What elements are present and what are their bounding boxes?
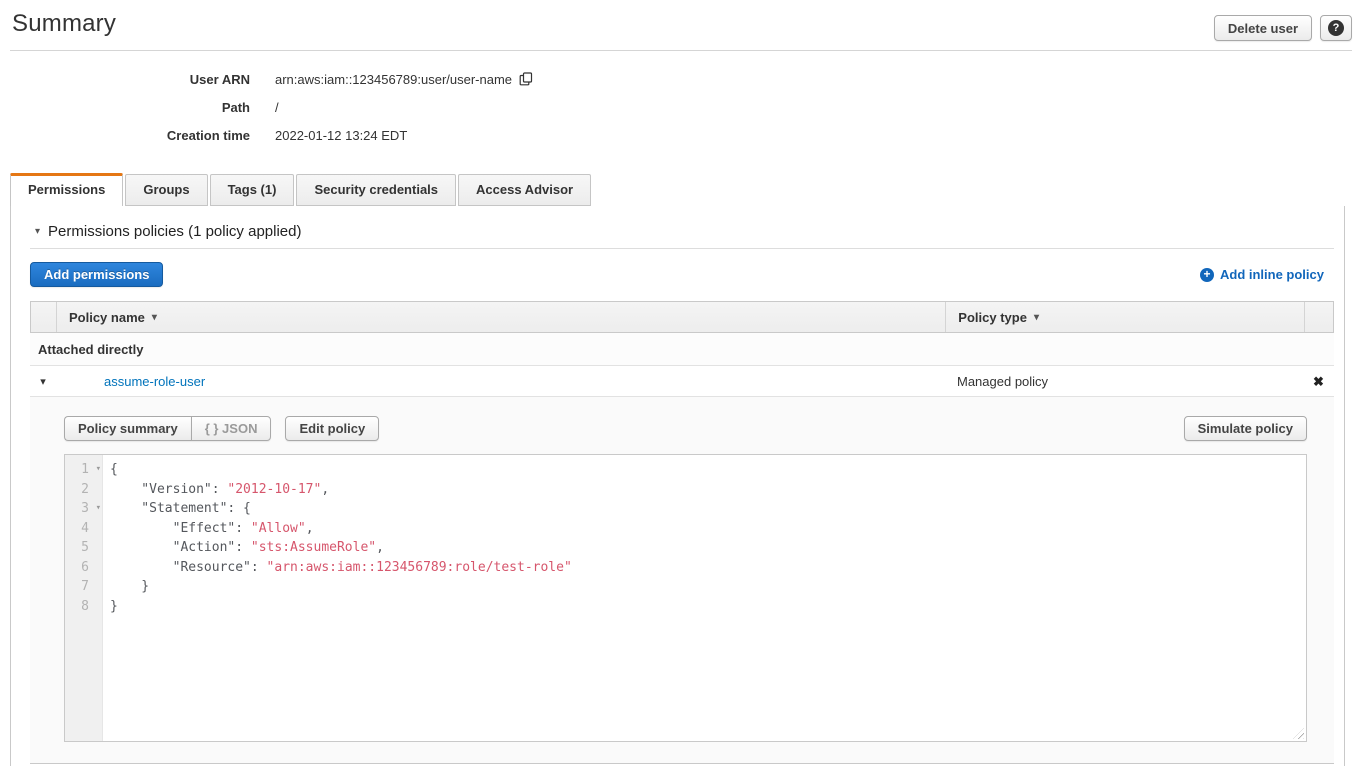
path-value: / <box>275 100 279 115</box>
tab-bar: Permissions Groups Tags (1) Security cre… <box>10 173 1362 206</box>
plus-circle-icon: + <box>1200 268 1214 282</box>
user-info: User ARN arn:aws:iam::123456789:user/use… <box>0 65 1362 149</box>
info-row-path: Path / <box>0 93 1362 121</box>
tab-access-advisor[interactable]: Access Advisor <box>458 174 591 206</box>
policy-name-link[interactable]: assume-role-user <box>104 374 205 389</box>
path-label: Path <box>0 100 250 115</box>
header-actions: Delete user ? <box>1214 10 1352 41</box>
copy-icon[interactable] <box>519 72 533 86</box>
policy-actions-row: Add permissions + Add inline policy <box>30 262 1324 287</box>
json-view-button[interactable]: { } JSON <box>191 416 272 441</box>
row-expand-caret[interactable]: ▾ <box>30 375 56 388</box>
add-inline-policy-link[interactable]: + Add inline policy <box>1200 267 1324 282</box>
info-row-creation-time: Creation time 2022-01-12 13:24 EDT <box>0 121 1362 149</box>
delete-user-button[interactable]: Delete user <box>1214 15 1312 41</box>
attached-directly-group-row: Attached directly <box>30 333 1334 366</box>
page-header: Summary Delete user ? <box>0 0 1362 41</box>
tab-permissions[interactable]: Permissions <box>10 173 123 206</box>
policy-name-header-label: Policy name <box>69 310 145 325</box>
code-line: } <box>110 577 1306 597</box>
code-line: { <box>110 460 1306 480</box>
edit-policy-button[interactable]: Edit policy <box>285 416 379 441</box>
code-line: "Effect": "Allow", <box>110 519 1306 539</box>
policy-table-header: Policy name ▾ Policy type ▾ <box>30 301 1334 333</box>
fold-caret-icon[interactable]: ▾ <box>96 499 101 519</box>
actions-column-header <box>1304 302 1333 332</box>
tab-groups[interactable]: Groups <box>125 174 207 206</box>
policy-detail-toolbar: Policy summary { } JSON Edit policy Simu… <box>64 416 1307 441</box>
collapse-caret-icon: ▾ <box>35 227 40 237</box>
permissions-tab-panel: ▾ Permissions policies (1 policy applied… <box>10 206 1345 766</box>
policy-detail-panel: Policy summary { } JSON Edit policy Simu… <box>30 397 1334 764</box>
permissions-policies-heading[interactable]: ▾ Permissions policies (1 policy applied… <box>11 206 1344 240</box>
code-line: } <box>110 597 1306 617</box>
policy-name-cell: assume-role-user <box>56 374 945 389</box>
json-editor-gutter: 1▾23▾45678 <box>65 455 103 741</box>
user-arn-label: User ARN <box>0 72 250 87</box>
code-line: "Resource": "arn:aws:iam::123456789:role… <box>110 558 1306 578</box>
creation-time-value: 2022-01-12 13:24 EDT <box>275 128 407 143</box>
policy-type-header-label: Policy type <box>958 310 1027 325</box>
permissions-policies-heading-text: Permissions policies (1 policy applied) <box>48 223 301 240</box>
add-permissions-button[interactable]: Add permissions <box>30 262 163 287</box>
fold-caret-icon[interactable]: ▾ <box>96 460 101 480</box>
policy-type-column-header[interactable]: Policy type ▾ <box>945 302 1304 332</box>
help-button[interactable]: ? <box>1320 15 1352 41</box>
help-icon: ? <box>1328 20 1344 36</box>
expand-column-header <box>31 302 57 332</box>
json-policy-editor[interactable]: 1▾23▾45678 { "Version": "2012-10-17", "S… <box>64 454 1307 742</box>
policy-summary-button[interactable]: Policy summary <box>64 416 191 441</box>
simulate-policy-button[interactable]: Simulate policy <box>1184 416 1307 441</box>
tab-tags[interactable]: Tags (1) <box>210 174 295 206</box>
policy-name-column-header[interactable]: Policy name ▾ <box>57 302 945 332</box>
user-arn-text: arn:aws:iam::123456789:user/user-name <box>275 72 512 87</box>
tab-security-credentials[interactable]: Security credentials <box>296 174 456 206</box>
policy-table: Policy name ▾ Policy type ▾ Attached dir… <box>30 301 1334 764</box>
info-row-user-arn: User ARN arn:aws:iam::123456789:user/use… <box>0 65 1362 93</box>
page-title: Summary <box>12 10 116 38</box>
section-divider <box>30 248 1334 249</box>
policy-view-toggle: Policy summary { } JSON <box>64 416 271 441</box>
policy-table-row: ▾ assume-role-user Managed policy ✖ <box>30 366 1334 397</box>
header-divider <box>10 50 1352 51</box>
creation-time-label: Creation time <box>0 128 250 143</box>
detach-policy-x-icon[interactable]: ✖ <box>1313 374 1324 389</box>
sort-caret-icon: ▾ <box>1034 312 1039 323</box>
code-line: "Action": "sts:AssumeRole", <box>110 538 1306 558</box>
code-line: "Version": "2012-10-17", <box>110 480 1306 500</box>
policy-type-cell: Managed policy <box>945 374 1304 389</box>
detach-cell: ✖ <box>1304 374 1333 389</box>
code-line: "Statement": { <box>110 499 1306 519</box>
add-inline-policy-label: Add inline policy <box>1220 267 1324 282</box>
json-editor-lines[interactable]: { "Version": "2012-10-17", "Statement": … <box>103 455 1306 741</box>
sort-caret-icon: ▾ <box>152 312 157 323</box>
user-arn-value: arn:aws:iam::123456789:user/user-name <box>275 72 533 87</box>
